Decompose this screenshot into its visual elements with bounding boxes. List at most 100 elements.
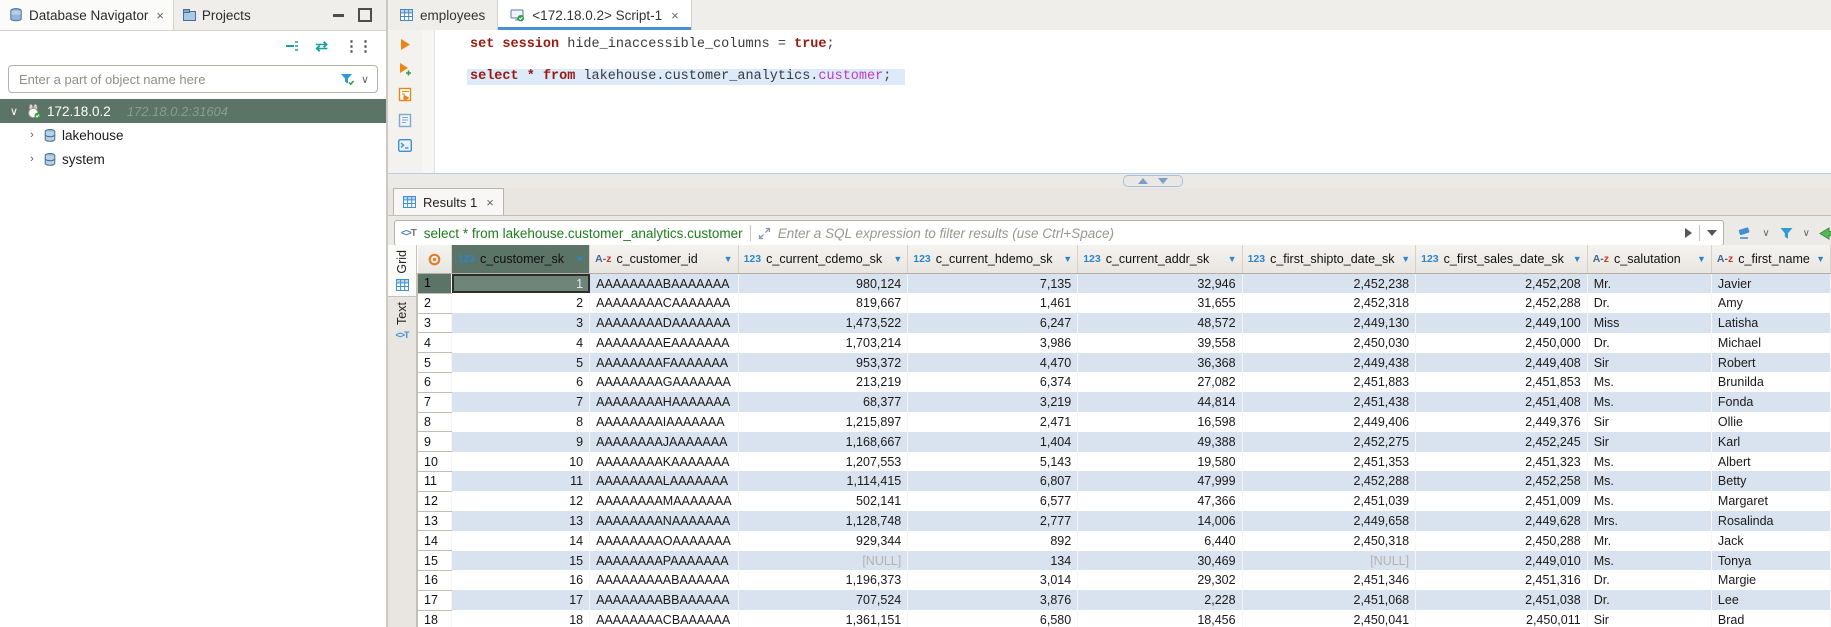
grid-cell[interactable]: 15: [452, 551, 590, 571]
grid-cell[interactable]: Fonda: [1711, 392, 1830, 412]
grid-cell[interactable]: Robert: [1711, 353, 1830, 373]
grid-cell[interactable]: 3,876: [908, 590, 1078, 610]
chevron-expanded-icon[interactable]: ∨: [8, 105, 20, 118]
editor-results-splitter[interactable]: [388, 173, 1831, 188]
row-number[interactable]: 1: [418, 274, 452, 294]
grid-cell[interactable]: Ms.: [1587, 452, 1711, 472]
sql-console-icon[interactable]: [398, 139, 412, 152]
grid-cell[interactable]: Lee: [1711, 590, 1830, 610]
grid-cell[interactable]: 47,999: [1078, 471, 1242, 491]
close-icon[interactable]: ×: [671, 8, 679, 23]
column-dropdown-icon[interactable]: ▼: [1697, 254, 1706, 264]
column-dropdown-icon[interactable]: ▼: [1573, 254, 1582, 264]
grid-cell[interactable]: 2,452,288: [1416, 293, 1588, 313]
grid-cell[interactable]: 32,946: [1078, 274, 1242, 294]
column-dropdown-icon[interactable]: ▼: [1816, 254, 1825, 264]
grid-cell[interactable]: 1,114,415: [738, 471, 908, 491]
row-number[interactable]: 18: [418, 610, 452, 627]
grid-cell[interactable]: 14,006: [1078, 511, 1242, 531]
row-number[interactable]: 15: [418, 551, 452, 571]
grid-cell[interactable]: Sir: [1587, 412, 1711, 432]
row-number[interactable]: 2: [418, 293, 452, 313]
row-number[interactable]: 11: [418, 471, 452, 491]
filter-expression-input[interactable]: <>T select * from lakehouse.customer_ana…: [394, 220, 1724, 246]
grid-cell[interactable]: Dr.: [1587, 570, 1711, 590]
grid-cell[interactable]: AAAAAAAAGAAAAAAA: [590, 372, 738, 392]
grid-cell[interactable]: 29,302: [1078, 570, 1242, 590]
grid-cell[interactable]: 6: [452, 372, 590, 392]
grid-scroll-area[interactable]: 123c_customer_sk▼A-zc_customer_id▼123c_c…: [417, 245, 1831, 627]
grid-cell[interactable]: 819,667: [738, 293, 908, 313]
grid-cell[interactable]: Tonya: [1711, 551, 1830, 571]
grid-cell[interactable]: 2,449,100: [1416, 313, 1588, 333]
grid-cell[interactable]: Sir: [1587, 432, 1711, 452]
splitter-collapse-control[interactable]: [1123, 175, 1183, 187]
back-arrow-icon[interactable]: [1819, 226, 1831, 241]
row-number[interactable]: 3: [418, 313, 452, 333]
grid-corner-record-icon[interactable]: [418, 245, 452, 274]
tab-database-navigator[interactable]: Database Navigator ×: [0, 0, 174, 30]
grid-cell[interactable]: 2,449,376: [1416, 412, 1588, 432]
presentation-tab-text[interactable]: Text <>T: [388, 297, 416, 345]
collapse-up-icon[interactable]: [1138, 178, 1148, 184]
row-number[interactable]: 17: [418, 590, 452, 610]
grid-cell[interactable]: 19,580: [1078, 452, 1242, 472]
column-header-c_current_addr_sk[interactable]: 123c_current_addr_sk▼: [1078, 245, 1242, 274]
link-with-editor-icon[interactable]: ⇄: [315, 37, 328, 55]
grid-cell[interactable]: 14: [452, 531, 590, 551]
grid-cell[interactable]: AAAAAAAABBAAAAAA: [590, 590, 738, 610]
grid-cell[interactable]: 502,141: [738, 491, 908, 511]
grid-cell[interactable]: Ms.: [1587, 471, 1711, 491]
tab-employees[interactable]: employees: [388, 0, 497, 30]
grid-cell[interactable]: Ms.: [1587, 372, 1711, 392]
grid-cell[interactable]: 2,452,288: [1242, 471, 1416, 491]
grid-cell[interactable]: 2,451,408: [1416, 392, 1588, 412]
grid-cell[interactable]: [NULL]: [1242, 551, 1416, 571]
grid-cell[interactable]: 1,128,748: [738, 511, 908, 531]
grid-cell[interactable]: 1,461: [908, 293, 1078, 313]
grid-cell[interactable]: 30,469: [1078, 551, 1242, 571]
grid-cell[interactable]: AAAAAAAAEAAAAAAA: [590, 333, 738, 353]
grid-cell[interactable]: 2: [452, 293, 590, 313]
funnel-icon[interactable]: [1779, 227, 1794, 240]
grid-cell[interactable]: AAAAAAAAOAAAAAAA: [590, 531, 738, 551]
grid-cell[interactable]: 213,219: [738, 372, 908, 392]
grid-cell[interactable]: 2,451,316: [1416, 570, 1588, 590]
grid-cell[interactable]: 12: [452, 491, 590, 511]
grid-cell[interactable]: 13: [452, 511, 590, 531]
presentation-tab-grid[interactable]: Grid: [388, 245, 416, 297]
maximize-icon[interactable]: [358, 8, 372, 22]
grid-cell[interactable]: 7,135: [908, 274, 1078, 294]
grid-cell[interactable]: AAAAAAAAKAAAAAAA: [590, 452, 738, 472]
grid-cell[interactable]: Mr.: [1587, 274, 1711, 294]
grid-cell[interactable]: Amy: [1711, 293, 1830, 313]
grid-cell[interactable]: 5,143: [908, 452, 1078, 472]
grid-cell[interactable]: Miss: [1587, 313, 1711, 333]
row-number[interactable]: 4: [418, 333, 452, 353]
filter-check-icon[interactable]: [340, 73, 355, 86]
grid-cell[interactable]: Ms.: [1587, 392, 1711, 412]
grid-cell[interactable]: 2,452,245: [1416, 432, 1588, 452]
grid-cell[interactable]: 27,082: [1078, 372, 1242, 392]
grid-cell[interactable]: 2,449,438: [1242, 353, 1416, 373]
grid-cell[interactable]: Javier: [1711, 274, 1830, 294]
grid-cell[interactable]: 2,451,323: [1416, 452, 1588, 472]
collapse-all-icon[interactable]: [285, 40, 299, 52]
column-header-c_first_sales_date_sk[interactable]: 123c_first_sales_date_sk▼: [1416, 245, 1588, 274]
grid-cell[interactable]: 6,580: [908, 610, 1078, 627]
grid-cell[interactable]: 18,456: [1078, 610, 1242, 627]
grid-cell[interactable]: 2,450,011: [1416, 610, 1588, 627]
grid-cell[interactable]: 2,450,288: [1416, 531, 1588, 551]
chevron-down-icon[interactable]: ∨: [1762, 228, 1769, 239]
grid-cell[interactable]: 6,440: [1078, 531, 1242, 551]
grid-cell[interactable]: Brunilda: [1711, 372, 1830, 392]
grid-cell[interactable]: AAAAAAAAABAAAAAA: [590, 570, 738, 590]
tab-script-1[interactable]: <172.18.0.2> Script-1 ×: [497, 0, 691, 30]
row-number[interactable]: 16: [418, 570, 452, 590]
row-number[interactable]: 5: [418, 353, 452, 373]
grid-cell[interactable]: 1,361,151: [738, 610, 908, 627]
grid-cell[interactable]: 36,368: [1078, 353, 1242, 373]
row-number[interactable]: 8: [418, 412, 452, 432]
grid-cell[interactable]: 4: [452, 333, 590, 353]
grid-cell[interactable]: 1,168,667: [738, 432, 908, 452]
